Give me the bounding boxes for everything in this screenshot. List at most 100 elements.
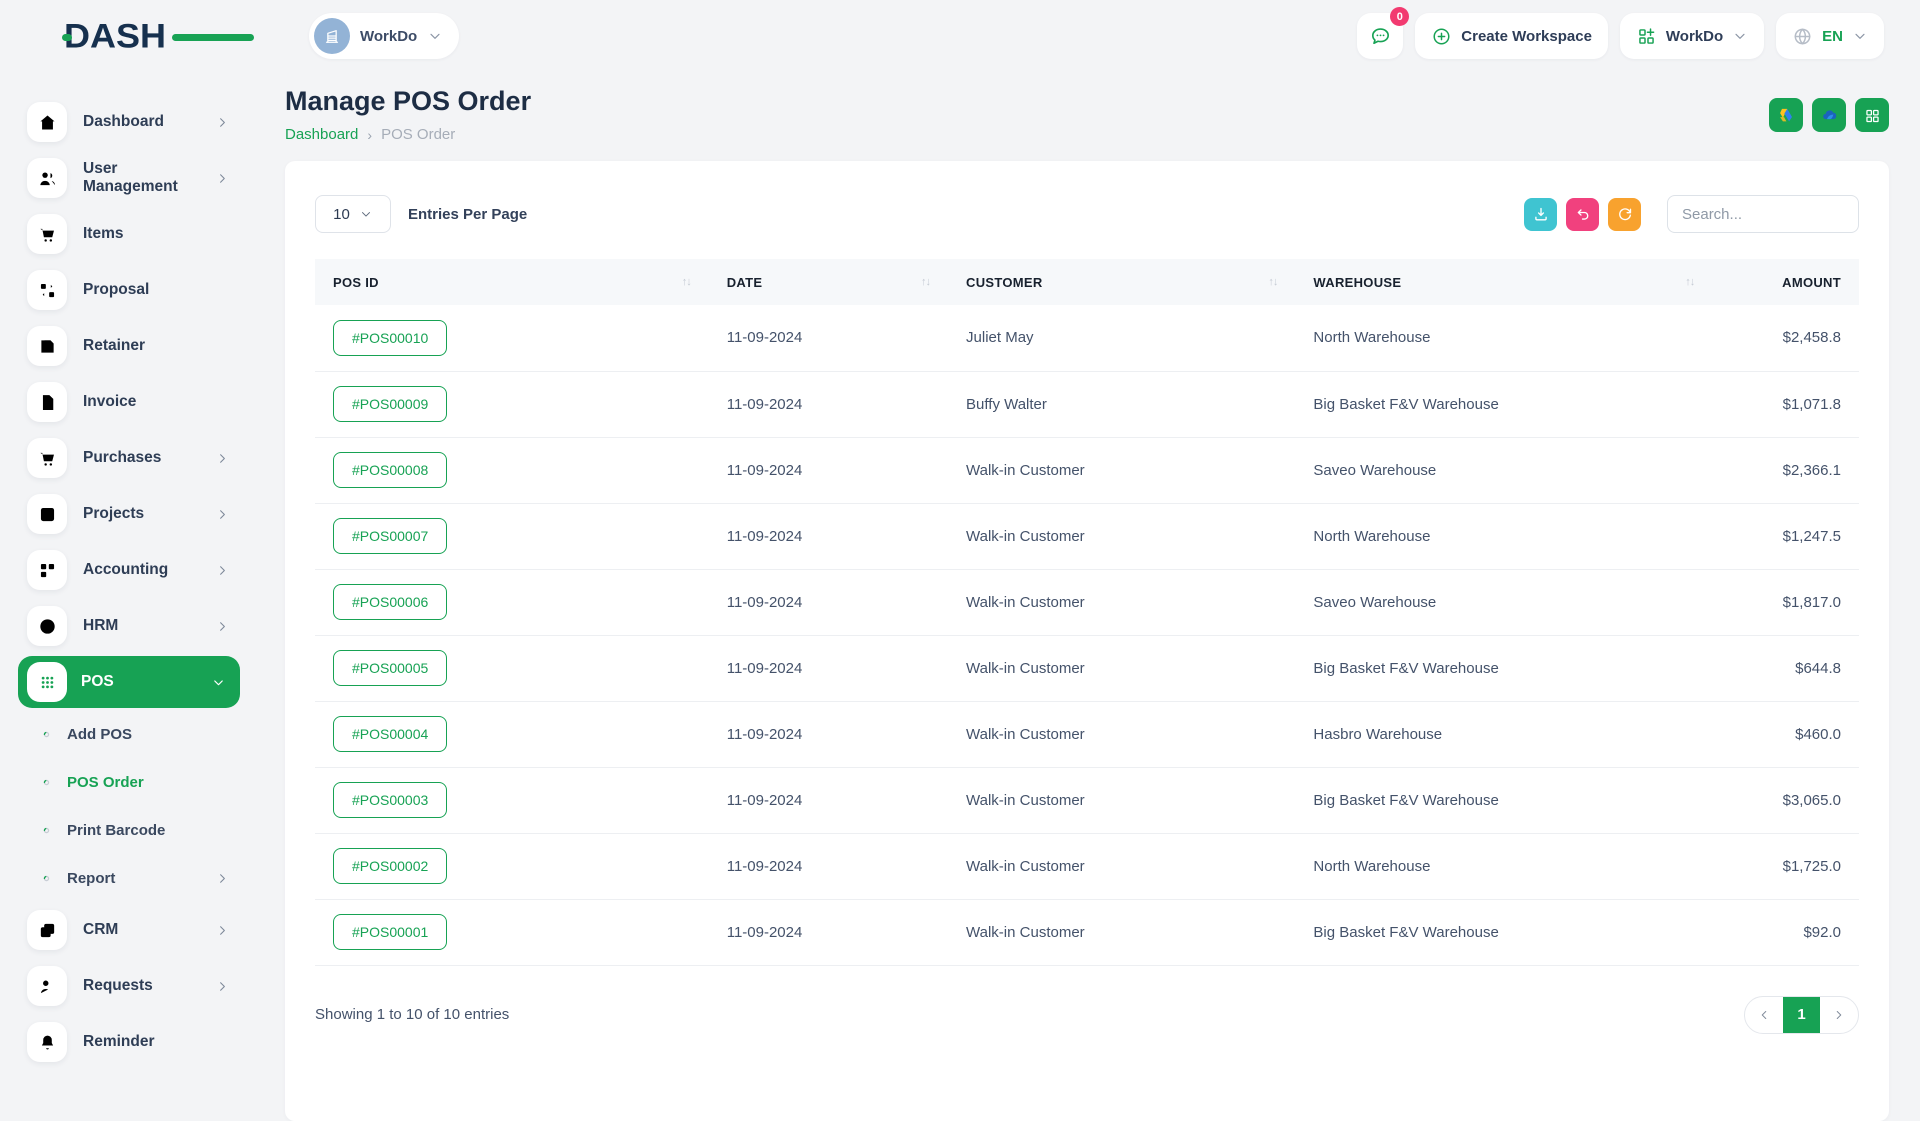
sidebar-item-invoice[interactable]: Invoice (0, 374, 258, 430)
pos-id-link[interactable]: #POS00009 (333, 386, 447, 422)
pagination-prev-button[interactable] (1745, 997, 1783, 1033)
sidebar-item-items[interactable]: Items (0, 206, 258, 262)
onedrive-button[interactable] (1812, 98, 1846, 132)
warehouse-cell: Big Basket F&V Warehouse (1295, 767, 1712, 833)
sidebar-subitem-label: Report (67, 870, 215, 887)
sidebar-subitem-add-pos[interactable]: Add POS (0, 710, 258, 758)
entries-per-page-select[interactable]: 10 (315, 195, 391, 233)
breadcrumb-dashboard-link[interactable]: Dashboard (285, 126, 358, 143)
column-header-date[interactable]: DATE↑↓ (709, 259, 948, 305)
sidebar-item-reminder[interactable]: Reminder (0, 1014, 258, 1070)
pos-id-link[interactable]: #POS00003 (333, 782, 447, 818)
messages-button[interactable]: 0 (1357, 13, 1403, 59)
sidebar-item-requests[interactable]: Requests (0, 958, 258, 1014)
entries-per-page-label: Entries Per Page (408, 206, 527, 223)
grid-view-button[interactable] (1855, 98, 1889, 132)
sidebar-subitem-label: Print Barcode (67, 822, 230, 839)
topbar-actions: 0 Create Workspace WorkDo EN (1357, 13, 1884, 59)
cart-icon (27, 438, 67, 478)
sidebar-item-pos[interactable]: POS (18, 656, 240, 708)
users-icon (27, 158, 67, 198)
amount-cell: $92.0 (1712, 899, 1859, 965)
create-workspace-label: Create Workspace (1461, 28, 1592, 45)
sidebar-item-label: Reminder (83, 1033, 230, 1051)
column-header-warehouse[interactable]: WAREHOUSE↑↓ (1295, 259, 1712, 305)
pagination-page-1[interactable]: 1 (1783, 997, 1820, 1033)
table-row: #POS0001011-09-2024Juliet MayNorth Wareh… (315, 305, 1859, 371)
sidebar-nav: DashboardUser ManagementItemsProposalRet… (0, 72, 258, 1080)
plus-circle-icon (1431, 26, 1452, 47)
grid-icon (1863, 106, 1882, 125)
search-input[interactable] (1667, 195, 1859, 233)
breadcrumb-current: POS Order (381, 126, 455, 143)
column-header-pos-id[interactable]: POS ID↑↓ (315, 259, 709, 305)
sidebar-item-hrm[interactable]: HRM (0, 598, 258, 654)
onedrive-icon (1819, 105, 1839, 125)
create-workspace-button[interactable]: Create Workspace (1415, 13, 1608, 59)
building-icon (322, 26, 342, 46)
sidebar-subitem-pos-order[interactable]: POS Order (0, 758, 258, 806)
sidebar-item-user-management[interactable]: User Management (0, 150, 258, 206)
sidebar-item-retainer[interactable]: Retainer (0, 318, 258, 374)
pos-id-link[interactable]: #POS00008 (333, 452, 447, 488)
customer-cell: Walk-in Customer (948, 899, 1295, 965)
export-button[interactable] (1524, 198, 1557, 231)
pos-id-link[interactable]: #POS00010 (333, 320, 447, 356)
reset-button[interactable] (1566, 198, 1599, 231)
pos-id-link[interactable]: #POS00006 (333, 584, 447, 620)
workspace-selector[interactable]: WorkDo (309, 13, 459, 59)
chevron-down-icon (1852, 28, 1868, 44)
sidebar-item-label: Accounting (83, 561, 215, 579)
pos-id-link[interactable]: #POS00004 (333, 716, 447, 752)
sidebar-item-proposal[interactable]: Proposal (0, 262, 258, 318)
entries-per-page-value: 10 (333, 206, 350, 223)
sidebar-item-dashboard[interactable]: Dashboard (0, 94, 258, 150)
workspace-menu-button[interactable]: WorkDo (1620, 13, 1764, 59)
warehouse-cell: North Warehouse (1295, 833, 1712, 899)
sort-arrows-icon: ↑↓ (682, 276, 691, 288)
column-header-amount[interactable]: AMOUNT (1712, 259, 1859, 305)
proposal-icon (27, 270, 67, 310)
pos-id-link[interactable]: #POS00007 (333, 518, 447, 554)
date-cell: 11-09-2024 (709, 635, 948, 701)
amount-cell: $2,458.8 (1712, 305, 1859, 371)
table-row: #POS0000411-09-2024Walk-in CustomerHasbr… (315, 701, 1859, 767)
refresh-button[interactable] (1608, 198, 1641, 231)
sidebar-item-accounting[interactable]: Accounting (0, 542, 258, 598)
pos-id-link[interactable]: #POS00005 (333, 650, 447, 686)
language-selector[interactable]: EN (1776, 13, 1884, 59)
sidebar-item-purchases[interactable]: Purchases (0, 430, 258, 486)
customer-cell: Walk-in Customer (948, 569, 1295, 635)
table-row: #POS0000211-09-2024Walk-in CustomerNorth… (315, 833, 1859, 899)
amount-cell: $460.0 (1712, 701, 1859, 767)
column-header-customer[interactable]: CUSTOMER↑↓ (948, 259, 1295, 305)
sidebar-item-label: HRM (83, 617, 215, 635)
pos-id-link[interactable]: #POS00002 (333, 848, 447, 884)
amount-cell: $1,071.8 (1712, 371, 1859, 437)
date-cell: 11-09-2024 (709, 833, 948, 899)
google-drive-button[interactable] (1769, 98, 1803, 132)
sidebar-subitem-label: POS Order (67, 774, 230, 791)
date-cell: 11-09-2024 (709, 569, 948, 635)
table-row: #POS0000111-09-2024Walk-in CustomerBig B… (315, 899, 1859, 965)
warehouse-cell: Saveo Warehouse (1295, 437, 1712, 503)
customer-cell: Walk-in Customer (948, 437, 1295, 503)
warehouse-cell: Big Basket F&V Warehouse (1295, 899, 1712, 965)
sidebar-item-label: Projects (83, 505, 215, 523)
customer-cell: Juliet May (948, 305, 1295, 371)
chevron-right-icon (215, 871, 230, 886)
table-row: #POS00006 11-09-2024Walk-in CustomerSaveo… (315, 569, 1859, 635)
pagination-next-button[interactable] (1820, 997, 1858, 1033)
date-cell: 11-09-2024 (709, 371, 948, 437)
pos-id-link[interactable]: #POS00001 (333, 914, 447, 950)
language-label: EN (1822, 28, 1843, 45)
sidebar-item-crm[interactable]: CRM (0, 902, 258, 958)
messages-count-badge: 0 (1390, 7, 1409, 26)
warehouse-cell: Saveo Warehouse (1295, 569, 1712, 635)
chevron-right-icon (215, 451, 230, 466)
globe-icon (1792, 26, 1813, 47)
page-title: Manage POS Order (285, 86, 531, 117)
sidebar-subitem-report[interactable]: Report (0, 854, 258, 902)
sidebar-subitem-print-barcode[interactable]: Print Barcode (0, 806, 258, 854)
sidebar-item-projects[interactable]: Projects (0, 486, 258, 542)
